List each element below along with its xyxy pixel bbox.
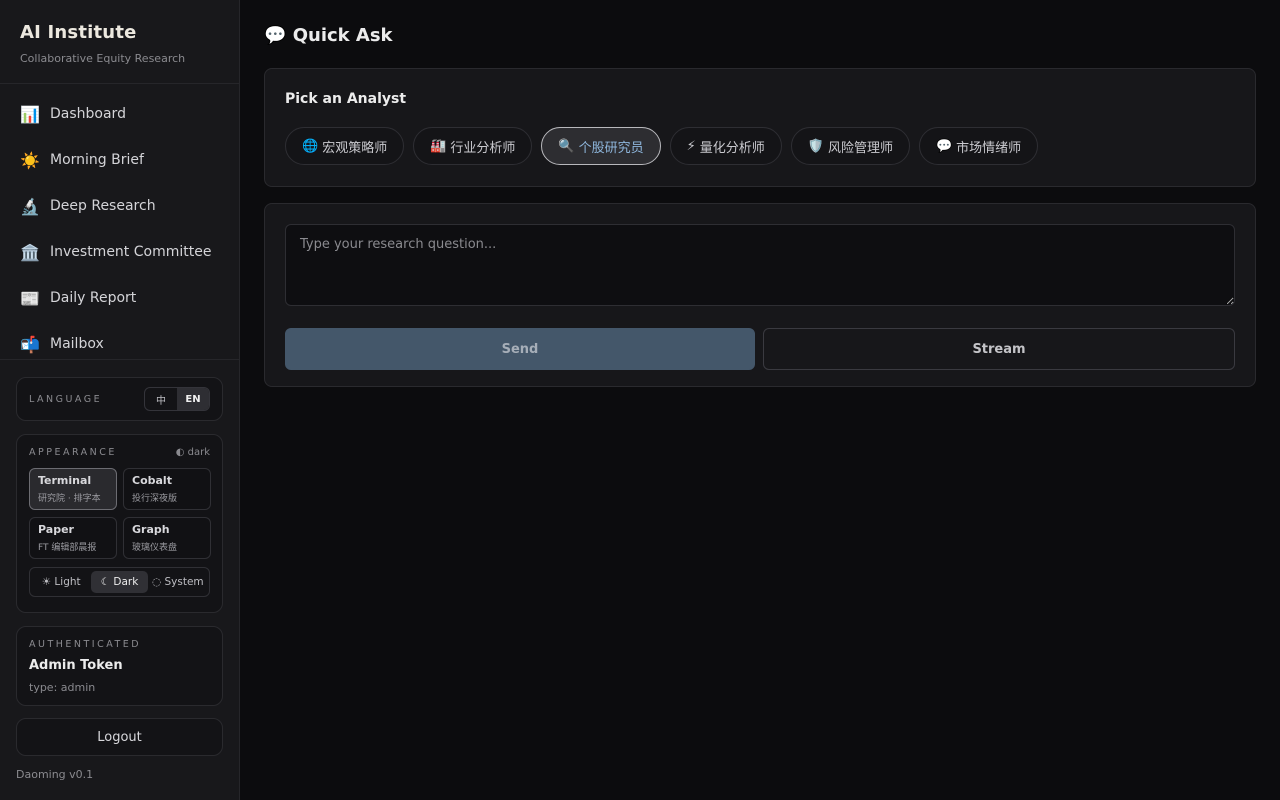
- auth-label: AUTHENTICATED: [29, 639, 142, 650]
- nav-item-label: Daily Report: [50, 290, 137, 306]
- page-title-text: Quick Ask: [292, 25, 393, 46]
- globe-icon: 🌐: [302, 138, 319, 154]
- version-label: Daoming v0.1: [16, 768, 94, 781]
- nav-item-deep-research[interactable]: 🔬 Deep Research: [0, 183, 239, 229]
- theme-desc: 投行深夜版: [132, 494, 178, 504]
- language-option-en[interactable]: EN: [177, 388, 209, 410]
- color-mode-toggle: ☀ Light ☾ Dark ◌ System: [29, 567, 210, 597]
- send-button[interactable]: Send: [285, 328, 755, 370]
- nav-item-label: Mailbox: [50, 336, 104, 352]
- nav-item-investment-committee[interactable]: 🏛️ Investment Committee: [0, 229, 239, 275]
- theme-card-paper[interactable]: Paper FT 编辑部晨报: [29, 517, 117, 559]
- speech-bubble-icon: 💬: [264, 25, 287, 46]
- action-buttons: Send Stream: [285, 328, 1235, 370]
- newspaper-icon: 📰: [20, 288, 40, 308]
- analyst-chip-label: 风险管理师: [827, 140, 893, 156]
- theme-grid: Terminal 研究院 · 排字本 Cobalt 投行深夜版 Paper FT…: [29, 468, 211, 559]
- appearance-panel: APPEARANCE ◐ dark Terminal 研究院 · 排字本 Cob…: [16, 434, 223, 613]
- theme-name: Graph: [132, 523, 170, 536]
- nav-item-dashboard[interactable]: 📊 Dashboard: [0, 91, 239, 137]
- stream-button[interactable]: Stream: [763, 328, 1235, 370]
- analyst-chip-stock[interactable]: 🔍 个股研究员: [541, 127, 661, 165]
- microscope-icon: 🔬: [20, 196, 40, 216]
- theme-name: Terminal: [38, 474, 92, 487]
- theme-desc: FT 编辑部晨报: [38, 543, 97, 553]
- analyst-chip-label: 个股研究员: [578, 140, 644, 156]
- mailbox-icon: 📬: [20, 334, 40, 354]
- auth-panel: AUTHENTICATED Admin Token type: admin: [16, 626, 223, 706]
- building-icon: 🏛️: [20, 242, 40, 262]
- analyst-chip-industry[interactable]: 🏭 行业分析师: [413, 127, 533, 165]
- page-title: 💬 Quick Ask: [264, 25, 393, 46]
- factory-icon: 🏭: [430, 138, 447, 154]
- analyst-chip-label: 宏观策略师: [322, 140, 388, 156]
- analyst-picker-title: Pick an Analyst: [285, 91, 407, 107]
- lightning-icon: ⚡: [686, 138, 696, 154]
- nav-item-label: Investment Committee: [50, 244, 212, 260]
- theme-card-graph[interactable]: Graph 玻璃仪表盘: [123, 517, 211, 559]
- theme-card-cobalt[interactable]: Cobalt 投行深夜版: [123, 468, 211, 510]
- language-panel: LANGUAGE 中 EN: [16, 377, 223, 421]
- analyst-chip-label: 行业分析师: [450, 140, 516, 156]
- shield-icon: 🛡️: [807, 138, 824, 154]
- nav-item-morning-brief[interactable]: ☀️ Morning Brief: [0, 137, 239, 183]
- magnifier-icon: 🔍: [558, 138, 575, 154]
- nav-item-label: Morning Brief: [50, 152, 144, 168]
- theme-desc: 玻璃仪表盘: [132, 543, 178, 553]
- analyst-chip-quant[interactable]: ⚡ 量化分析师: [669, 127, 782, 165]
- nav-item-label: Dashboard: [50, 106, 126, 122]
- language-toggle: 中 EN: [144, 387, 210, 411]
- brand-subtitle: Collaborative Equity Research: [20, 52, 186, 65]
- analyst-chips: 🌐 宏观策略师 🏭 行业分析师 🔍 个股研究员 ⚡ 量化分析师 🛡️ 风险管理师…: [285, 127, 1235, 165]
- analyst-picker: Pick an Analyst 🌐 宏观策略师 🏭 行业分析师 🔍 个股研究员 …: [264, 68, 1256, 187]
- theme-desc: 研究院 · 排字本: [38, 494, 101, 504]
- mode-light-button[interactable]: ☀ Light: [33, 571, 89, 593]
- chart-icon: 📊: [20, 104, 40, 124]
- analyst-chip-label: 市场情绪师: [956, 140, 1022, 156]
- theme-name: Paper: [38, 523, 74, 536]
- nav-item-mailbox[interactable]: 📬 Mailbox: [0, 321, 239, 359]
- auth-name: Admin Token: [29, 658, 123, 673]
- sidebar-nav: 📊 Dashboard ☀️ Morning Brief 🔬 Deep Rese…: [0, 84, 239, 360]
- nav-item-daily-report[interactable]: 📰 Daily Report: [0, 275, 239, 321]
- sun-icon: ☀️: [20, 150, 40, 170]
- analyst-chip-label: 量化分析师: [699, 140, 765, 156]
- analyst-chip-sentiment[interactable]: 💬 市场情绪师: [918, 127, 1039, 165]
- brand: AI Institute Collaborative Equity Resear…: [0, 0, 239, 84]
- logout-button[interactable]: Logout: [16, 718, 223, 756]
- language-option-zh[interactable]: 中: [145, 388, 177, 410]
- language-label: LANGUAGE: [29, 393, 103, 405]
- appearance-label: APPEARANCE: [29, 447, 117, 458]
- mode-dark-button[interactable]: ☾ Dark: [91, 571, 148, 593]
- mode-indicator: ◐ dark: [175, 447, 210, 458]
- mode-system-button[interactable]: ◌ System: [150, 571, 206, 593]
- sidebar: AI Institute Collaborative Equity Resear…: [0, 0, 240, 800]
- auth-type: type: admin: [29, 681, 96, 694]
- speech-bubble-icon: 💬: [935, 138, 953, 154]
- theme-name: Cobalt: [132, 474, 172, 487]
- ask-panel: Send Stream: [264, 203, 1256, 387]
- theme-card-terminal[interactable]: Terminal 研究院 · 排字本: [29, 468, 117, 510]
- brand-title: AI Institute: [20, 22, 137, 43]
- analyst-chip-risk[interactable]: 🛡️ 风险管理师: [790, 127, 910, 165]
- nav-item-label: Deep Research: [50, 198, 156, 214]
- question-input[interactable]: [285, 224, 1235, 306]
- analyst-chip-macro[interactable]: 🌐 宏观策略师: [285, 127, 405, 165]
